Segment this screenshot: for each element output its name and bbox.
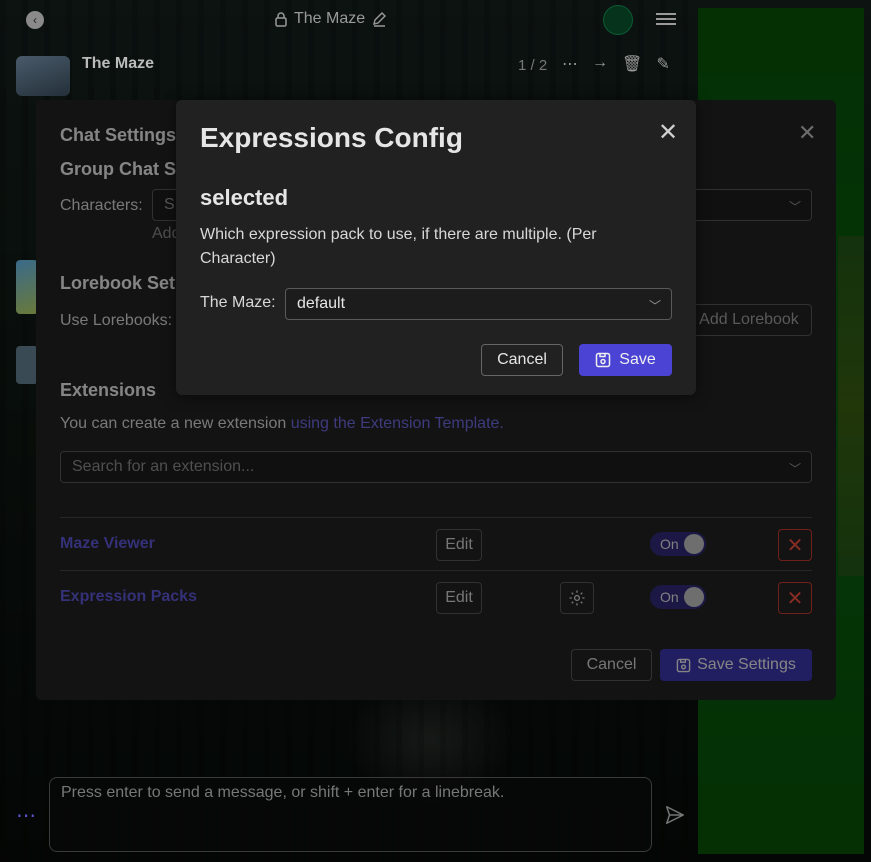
add-lorebook-button[interactable]: Add Lorebook bbox=[686, 304, 812, 336]
chevron-down-icon: ﹀ bbox=[648, 299, 661, 313]
chat-title: The Maze bbox=[274, 10, 387, 28]
lorebook-heading: Lorebook Set bbox=[60, 273, 176, 293]
app-logo[interactable] bbox=[603, 5, 633, 35]
chat-settings-title: Chat Settings bbox=[60, 125, 177, 145]
extension-search-input[interactable]: Search for an extension... ﹀ bbox=[60, 451, 812, 483]
chevron-down-icon: ﹀ bbox=[788, 462, 801, 476]
field-label: The Maze: bbox=[200, 294, 276, 311]
use-lorebooks-label: Use Lorebooks: bbox=[60, 312, 173, 329]
characters-label: Characters: bbox=[60, 197, 143, 214]
chevron-left-icon: ‹ bbox=[33, 13, 37, 27]
send-icon[interactable] bbox=[664, 804, 686, 831]
message-toolbar: ⋯ → 🗑 ✎ bbox=[562, 54, 670, 74]
edit-icon[interactable]: ✎ bbox=[656, 54, 669, 74]
close-icon: ✕ bbox=[786, 587, 804, 610]
group-chat-heading: Group Chat S bbox=[60, 159, 176, 179]
delete-extension-button[interactable]: ✕ bbox=[778, 582, 812, 614]
side-thumbnail bbox=[16, 260, 38, 314]
avatar[interactable] bbox=[16, 56, 70, 96]
extension-row: Maze Viewer Edit On ✕ bbox=[60, 517, 812, 570]
close-icon: ✕ bbox=[786, 534, 804, 557]
delete-extension-button[interactable]: ✕ bbox=[778, 529, 812, 561]
extension-edit-button[interactable]: Edit bbox=[436, 582, 482, 614]
close-icon[interactable]: ✕ bbox=[798, 120, 816, 146]
section-heading: selected bbox=[200, 185, 289, 210]
message-input[interactable]: Press enter to send a message, or shift … bbox=[49, 777, 652, 852]
swipe-counter: 1 / 2 bbox=[518, 57, 548, 74]
extension-name[interactable]: Maze Viewer bbox=[60, 535, 155, 553]
extensions-description: You can create a new extension using the… bbox=[60, 415, 504, 432]
lock-icon bbox=[275, 12, 287, 27]
options-icon[interactable]: ⋯ bbox=[16, 803, 37, 828]
hamburger-menu-icon[interactable] bbox=[656, 10, 676, 28]
extension-config-button[interactable] bbox=[560, 582, 594, 614]
extension-toggle[interactable]: On bbox=[650, 532, 706, 556]
extension-name[interactable]: Expression Packs bbox=[60, 588, 197, 606]
pencil-icon[interactable] bbox=[371, 11, 387, 27]
chat-title-text: The Maze bbox=[294, 10, 366, 27]
extension-edit-button[interactable]: Edit bbox=[436, 529, 482, 561]
more-icon[interactable]: ⋯ bbox=[562, 54, 578, 74]
back-button[interactable]: ‹ bbox=[26, 11, 44, 29]
cancel-button[interactable]: Cancel bbox=[481, 344, 563, 376]
save-icon bbox=[676, 658, 691, 672]
extensions-heading: Extensions bbox=[60, 380, 157, 400]
extension-template-link[interactable]: using the Extension Template. bbox=[291, 415, 504, 432]
expression-pack-select[interactable]: default ﹀ bbox=[285, 288, 672, 320]
chevron-down-icon: ﹀ bbox=[788, 200, 801, 214]
extension-row: Expression Packs Edit On ✕ bbox=[60, 570, 812, 623]
side-thumbnail bbox=[16, 346, 38, 384]
message-author: The Maze bbox=[82, 55, 155, 72]
extension-toggle[interactable]: On bbox=[650, 585, 706, 609]
modal-title: Expressions Config bbox=[200, 122, 463, 153]
section-description: Which expression pack to use, if there a… bbox=[200, 226, 597, 267]
chat-message: The Maze 1 / 2 ⋯ → 🗑 ✎ bbox=[16, 48, 690, 108]
gear-icon bbox=[569, 590, 585, 606]
cancel-button[interactable]: Cancel bbox=[571, 649, 652, 681]
trash-icon[interactable]: 🗑 bbox=[622, 54, 642, 74]
arrow-right-icon[interactable]: → bbox=[592, 54, 608, 74]
save-settings-button[interactable]: Save Settings bbox=[660, 649, 812, 681]
close-icon[interactable]: ✕ bbox=[658, 118, 678, 147]
save-button[interactable]: Save bbox=[579, 344, 672, 376]
save-icon bbox=[596, 352, 611, 368]
top-bar: ‹ The Maze bbox=[0, 0, 700, 40]
expressions-config-modal: Expressions Config ✕ selected Which expr… bbox=[176, 100, 696, 395]
